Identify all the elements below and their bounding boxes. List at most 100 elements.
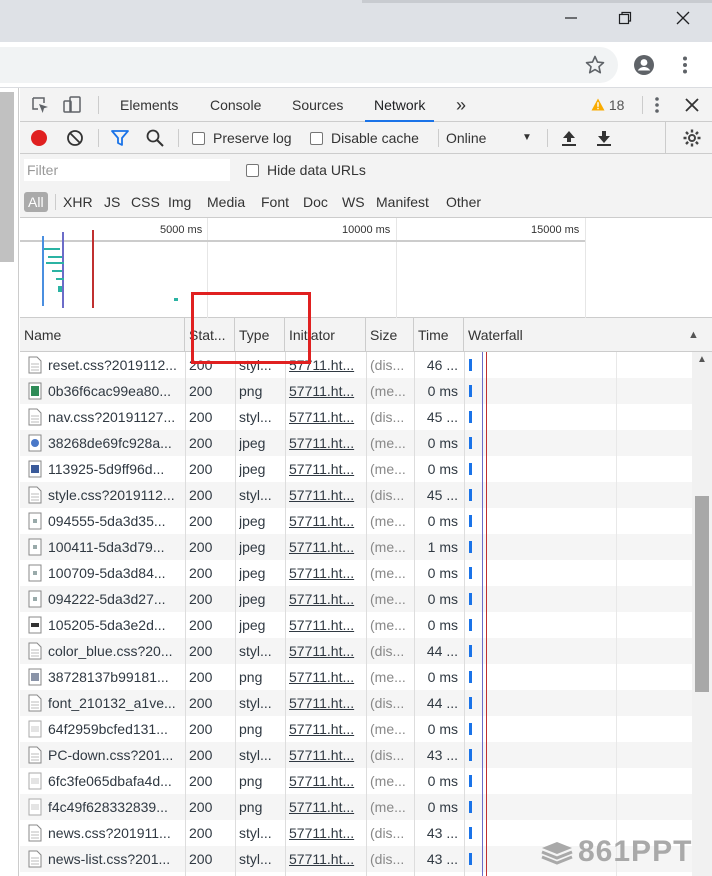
profile-avatar-icon[interactable] [633, 54, 655, 76]
cell-initiator-link[interactable]: 57711.ht... [289, 456, 361, 482]
cell-initiator-link[interactable]: 57711.ht... [289, 690, 361, 716]
cell-name[interactable]: 100411-5da3d79... [48, 534, 180, 560]
filter-input[interactable]: Filter [24, 159, 230, 181]
cell-name[interactable]: 38728137b99181... [48, 664, 180, 690]
tab-console[interactable]: Console [210, 88, 261, 122]
table-row[interactable]: 094555-5da3d35... 200 jpeg 57711.ht... (me..… [20, 508, 692, 534]
clear-icon[interactable] [65, 128, 85, 148]
cell-name[interactable]: style.css?2019112... [48, 482, 180, 508]
sort-ascending-icon[interactable]: ▲ [688, 318, 699, 352]
cell-name[interactable]: 38268de69fc928a... [48, 430, 180, 456]
cell-initiator-link[interactable]: 57711.ht... [289, 664, 361, 690]
cell-name[interactable]: font_210132_a1ve... [48, 690, 180, 716]
cell-initiator-link[interactable]: 57711.ht... [289, 404, 361, 430]
tab-elements[interactable]: Elements [120, 88, 178, 122]
type-filter-xhr[interactable]: XHR [63, 192, 93, 212]
cell-initiator-link[interactable]: 57711.ht... [289, 612, 361, 638]
record-icon[interactable] [29, 128, 49, 148]
cell-name[interactable]: f4c49f628332839... [48, 794, 180, 820]
table-scrollbar-thumb[interactable] [695, 496, 709, 692]
search-icon[interactable] [145, 128, 165, 148]
address-bar[interactable] [0, 47, 618, 83]
cell-name[interactable]: color_blue.css?20... [48, 638, 180, 664]
hide-data-urls-checkbox[interactable] [246, 164, 259, 177]
cell-name[interactable]: 094555-5da3d35... [48, 508, 180, 534]
cell-name[interactable]: 100709-5da3d84... [48, 560, 180, 586]
table-row[interactable]: 0b36f6cac99ea80... 200 png 57711.ht... (me..… [20, 378, 692, 404]
inspect-element-icon[interactable] [30, 95, 50, 115]
cell-name[interactable]: news.css?201911... [48, 820, 180, 846]
column-header-size[interactable]: Size [366, 318, 414, 352]
type-filter-font[interactable]: Font [261, 192, 289, 212]
minimize-button[interactable] [557, 6, 585, 32]
cell-initiator-link[interactable]: 57711.ht... [289, 378, 361, 404]
more-tabs-button[interactable]: » [456, 88, 466, 122]
type-filter-media[interactable]: Media [207, 192, 245, 212]
type-filter-js[interactable]: JS [104, 192, 120, 212]
table-row[interactable]: 38728137b99181... 200 png 57711.ht... (me...… [20, 664, 692, 690]
cell-initiator-link[interactable]: 57711.ht... [289, 352, 361, 378]
cell-initiator-link[interactable]: 57711.ht... [289, 820, 361, 846]
column-header-time[interactable]: Time [414, 318, 464, 352]
type-filter-manifest[interactable]: Manifest [376, 192, 429, 212]
cell-name[interactable]: PC-down.css?201... [48, 742, 180, 768]
cell-name[interactable]: news-list.css?201... [48, 846, 180, 872]
devtools-menu-icon[interactable] [647, 95, 667, 115]
throttling-select[interactable]: Online ▼ [446, 122, 546, 154]
cell-initiator-link[interactable]: 57711.ht... [289, 638, 361, 664]
table-row[interactable]: nav.css?20191127... 200 styl... 57711.ht...… [20, 404, 692, 430]
tab-sources[interactable]: Sources [292, 88, 343, 122]
table-row[interactable]: 105205-5da3e2d... 200 jpeg 57711.ht... (me..… [20, 612, 692, 638]
warnings-counter[interactable]: 18 [591, 88, 624, 122]
cell-name[interactable]: 0b36f6cac99ea80... [48, 378, 180, 404]
hide-data-urls-option[interactable]: Hide data URLs [246, 154, 366, 186]
cell-initiator-link[interactable]: 57711.ht... [289, 482, 361, 508]
import-har-icon[interactable] [559, 128, 579, 148]
column-header-status[interactable]: Stat... [185, 318, 235, 352]
table-row[interactable]: f4c49f628332839... 200 png 57711.ht... (me..… [20, 794, 692, 820]
table-row[interactable]: PC-down.css?201... 200 styl... 57711.ht... (… [20, 742, 692, 768]
restore-button[interactable] [611, 6, 639, 32]
column-header-type[interactable]: Type [235, 318, 285, 352]
table-row[interactable]: color_blue.css?20... 200 styl... 57711.ht..… [20, 638, 692, 664]
table-row[interactable]: 6fc3fe065dbafa4d... 200 png 57711.ht... (me.… [20, 768, 692, 794]
preserve-log-checkbox[interactable] [192, 132, 205, 145]
cell-initiator-link[interactable]: 57711.ht... [289, 430, 361, 456]
tab-network[interactable]: Network [365, 88, 435, 122]
settings-gear-icon[interactable] [682, 128, 702, 148]
table-row[interactable]: 64f2959bcfed131... 200 png 57711.ht... (me..… [20, 716, 692, 742]
type-filter-css[interactable]: CSS [131, 192, 160, 212]
cell-name[interactable]: nav.css?20191127... [48, 404, 180, 430]
cell-name[interactable]: 105205-5da3e2d... [48, 612, 180, 638]
browser-menu-icon[interactable] [674, 54, 696, 76]
cell-initiator-link[interactable]: 57711.ht... [289, 742, 361, 768]
cell-name[interactable]: 64f2959bcfed131... [48, 716, 180, 742]
cell-name[interactable]: 113925-5d9ff96d... [48, 456, 180, 482]
type-filter-all[interactable]: All [24, 192, 48, 212]
type-filter-other[interactable]: Other [446, 192, 481, 212]
cell-name[interactable]: 094222-5da3d27... [48, 586, 180, 612]
close-window-button[interactable] [669, 6, 697, 32]
table-row[interactable]: 113925-5d9ff96d... 200 jpeg 57711.ht... (me.… [20, 456, 692, 482]
scroll-up-icon[interactable]: ▲ [697, 354, 707, 365]
cell-initiator-link[interactable]: 57711.ht... [289, 508, 361, 534]
table-row[interactable]: 100411-5da3d79... 200 jpeg 57711.ht... (me..… [20, 534, 692, 560]
filter-icon[interactable] [110, 128, 130, 148]
cell-initiator-link[interactable]: 57711.ht... [289, 560, 361, 586]
table-row[interactable]: reset.css?2019112... 200 styl... 57711.ht..… [20, 352, 692, 378]
column-header-waterfall[interactable]: Waterfall [464, 318, 712, 352]
cell-name[interactable]: 6fc3fe065dbafa4d... [48, 768, 180, 794]
cell-initiator-link[interactable]: 57711.ht... [289, 846, 361, 872]
cell-initiator-link[interactable]: 57711.ht... [289, 586, 361, 612]
table-row[interactable]: style.css?2019112... 200 styl... 57711.ht..… [20, 482, 692, 508]
cell-initiator-link[interactable]: 57711.ht... [289, 534, 361, 560]
type-filter-img[interactable]: Img [168, 192, 191, 212]
cell-initiator-link[interactable]: 57711.ht... [289, 794, 361, 820]
close-devtools-icon[interactable] [682, 95, 702, 115]
disable-cache-option[interactable]: Disable cache [310, 122, 419, 154]
export-har-icon[interactable] [594, 128, 614, 148]
cell-name[interactable]: reset.css?2019112... [48, 352, 180, 378]
disable-cache-checkbox[interactable] [310, 132, 323, 145]
table-row[interactable]: 094222-5da3d27... 200 jpeg 57711.ht... (me..… [20, 586, 692, 612]
page-scrollbar-thumb[interactable] [0, 92, 14, 262]
